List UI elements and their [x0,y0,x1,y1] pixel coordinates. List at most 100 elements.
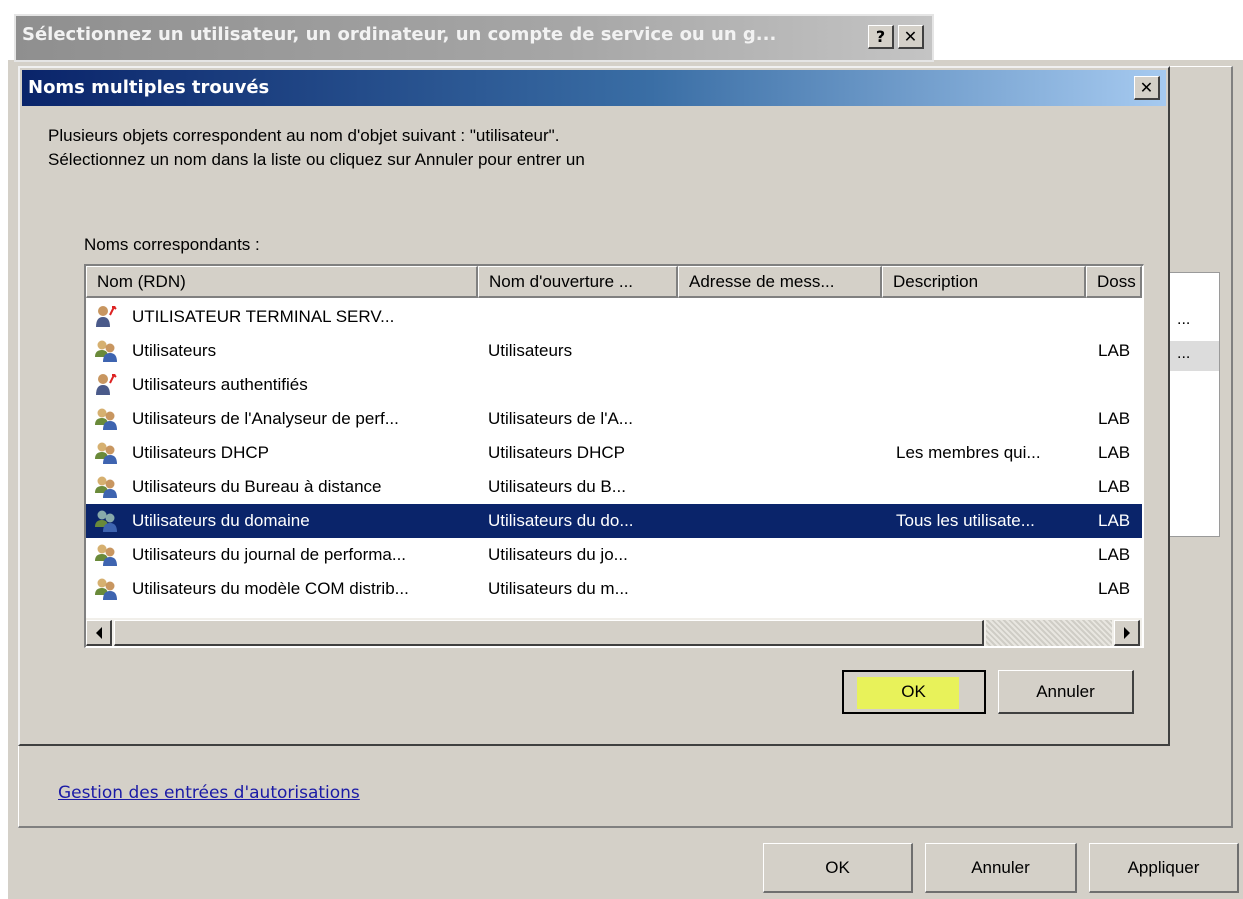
arrow-left-icon [95,626,102,639]
special-user-icon [94,305,120,329]
message-line-1: Plusieurs objets correspondent au nom d'… [48,126,560,145]
matching-names-list[interactable]: Nom (RDN) Nom d'ouverture ... Adresse de… [84,264,1144,648]
row-cell-email [688,470,878,504]
dialog-close-button[interactable]: ✕ [1134,76,1160,100]
group-icon [94,543,120,567]
cancel-button[interactable]: Annuler [998,670,1134,714]
background-list-overflow-1: ... [1177,311,1191,328]
row-cell-folder: LAB [1098,477,1131,496]
row-cell-folder: LAB [1098,511,1131,530]
row-cell-login: Utilisateurs du do... [488,511,634,530]
row-cell-name: Utilisateurs du modèle COM distrib... [132,579,409,598]
row-cell-folder: LAB [1098,443,1131,462]
matching-names-label: Noms correspondants : [84,235,260,254]
list-row[interactable]: UTILISATEUR TERMINAL SERV... [86,300,1142,334]
multiple-names-dialog: Noms multiples trouvés ✕ Plusieurs objet… [18,66,1170,746]
arrow-right-icon [1123,626,1130,639]
message-line-2: Sélectionnez un nom dans la liste ou cli… [48,150,585,169]
select-user-dialog-title: Sélectionnez un utilisateur, un ordinate… [22,24,777,45]
group-icon [94,509,120,533]
row-cell-description [896,572,1082,606]
close-icon: ✕ [903,27,918,46]
row-cell-folder: LAB [1098,579,1131,598]
list-row[interactable]: Utilisateurs Utilisateurs LAB [86,334,1142,368]
row-cell-login: Utilisateurs du jo... [488,545,628,564]
row-cell-description [896,402,1082,436]
row-cell-folder [1098,300,1142,334]
row-cell-description [896,300,1082,334]
group-icon [94,577,120,601]
horizontal-scrollbar[interactable] [86,618,1142,646]
background-list-overflow-2: ... [1177,345,1191,362]
list-row[interactable]: Utilisateurs du journal de performa... Ut… [86,538,1142,572]
row-cell-description [896,470,1082,504]
row-cell-name: Utilisateurs DHCP [132,443,269,462]
group-icon [94,339,120,363]
background-ok-button[interactable]: OK [763,843,913,893]
row-cell-name: Utilisateurs du domaine [132,511,310,530]
row-cell-email [688,504,878,538]
row-cell-name: Utilisateurs du journal de performa... [132,545,407,564]
row-cell-login: Utilisateurs de l'A... [488,409,633,428]
list-row[interactable]: Utilisateurs DHCP Utilisateurs DHCP Les me… [86,436,1142,470]
row-cell-folder [1098,368,1142,402]
row-cell-name: Utilisateurs [132,341,217,360]
row-cell-email [688,402,878,436]
row-cell-name: Utilisateurs authentifiés [132,375,308,394]
background-list: ... ... [1168,272,1220,537]
row-cell-login: Utilisateurs du m... [488,579,629,598]
group-icon [94,441,120,465]
help-icon: ? [875,27,886,46]
list-rows: UTILISATEUR TERMINAL SERV... Utilisateurs… [86,298,1142,618]
column-header-name[interactable]: Nom (RDN) [86,266,478,298]
help-button[interactable]: ? [868,25,894,49]
row-cell-login: Utilisateurs DHCP [488,443,625,462]
list-header: Nom (RDN) Nom d'ouverture ... Adresse de… [86,266,1142,298]
manage-permission-entries-link[interactable]: Gestion des entrées d'autorisations [58,783,360,803]
scrollbar-thumb[interactable] [114,620,984,646]
close-icon: ✕ [1139,78,1154,97]
column-header-email[interactable]: Adresse de mess... [678,266,882,298]
row-cell-login [488,300,676,334]
row-cell-description [896,334,1082,368]
row-cell-login [488,368,676,402]
row-cell-login: Utilisateurs du B... [488,477,626,496]
row-cell-email [688,436,878,470]
ok-button-label: OK [901,681,926,701]
list-row[interactable]: Utilisateurs authentifiés [86,368,1142,402]
row-cell-name: Utilisateurs du Bureau à distance [132,477,382,496]
scrollbar-track[interactable] [986,620,1112,646]
row-cell-email [688,368,878,402]
row-cell-email [688,572,878,606]
background-apply-button[interactable]: Appliquer [1089,843,1239,893]
group-icon [94,475,120,499]
row-cell-name: Utilisateurs de l'Analyseur de perf... [132,409,399,428]
scroll-right-button[interactable] [1114,620,1140,646]
dialog-titlebar: Noms multiples trouvés ✕ [22,70,1166,106]
ok-button[interactable]: OK [842,670,986,714]
group-icon [94,407,120,431]
background-cancel-button[interactable]: Annuler [925,843,1077,893]
list-row[interactable]: Utilisateurs de l'Analyseur de perf... Ut… [86,402,1142,436]
special-user-icon [94,373,120,397]
row-cell-email [688,300,878,334]
list-row[interactable]: Utilisateurs du domaine Utilisateurs du d… [86,504,1142,538]
row-cell-login: Utilisateurs [488,341,573,360]
select-user-dialog-titlebar: Sélectionnez un utilisateur, un ordinate… [14,14,934,62]
row-cell-folder: LAB [1098,341,1131,360]
column-header-description[interactable]: Description [882,266,1086,298]
select-dialog-close-button[interactable]: ✕ [898,25,924,49]
row-cell-description: Tous les utilisate... [896,511,1035,530]
scroll-left-button[interactable] [86,620,112,646]
column-header-folder[interactable]: Doss [1086,266,1142,298]
row-cell-description: Les membres qui... [896,443,1041,462]
row-cell-email [688,538,878,572]
row-cell-folder: LAB [1098,545,1131,564]
row-cell-name: UTILISATEUR TERMINAL SERV... [132,307,395,326]
row-cell-email [688,334,878,368]
list-row[interactable]: Utilisateurs du modèle COM distrib... Uti… [86,572,1142,606]
row-cell-description [896,368,1082,402]
column-header-login[interactable]: Nom d'ouverture ... [478,266,678,298]
dialog-title: Noms multiples trouvés [28,77,270,98]
list-row[interactable]: Utilisateurs du Bureau à distance Utilisa… [86,470,1142,504]
